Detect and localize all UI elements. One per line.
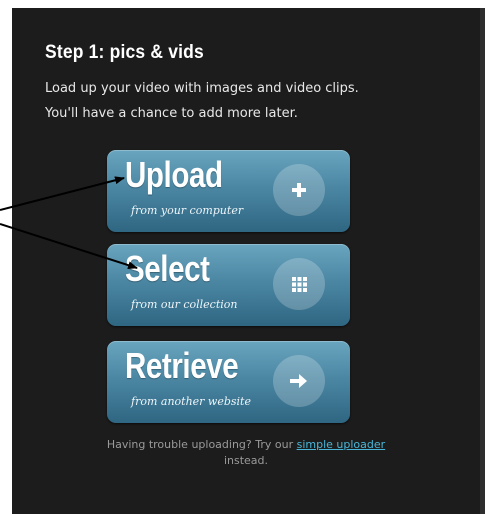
annotation-arrow-upload [0, 176, 125, 211]
annotation-arrow-select [0, 223, 138, 270]
annotation-arrows [0, 176, 138, 270]
